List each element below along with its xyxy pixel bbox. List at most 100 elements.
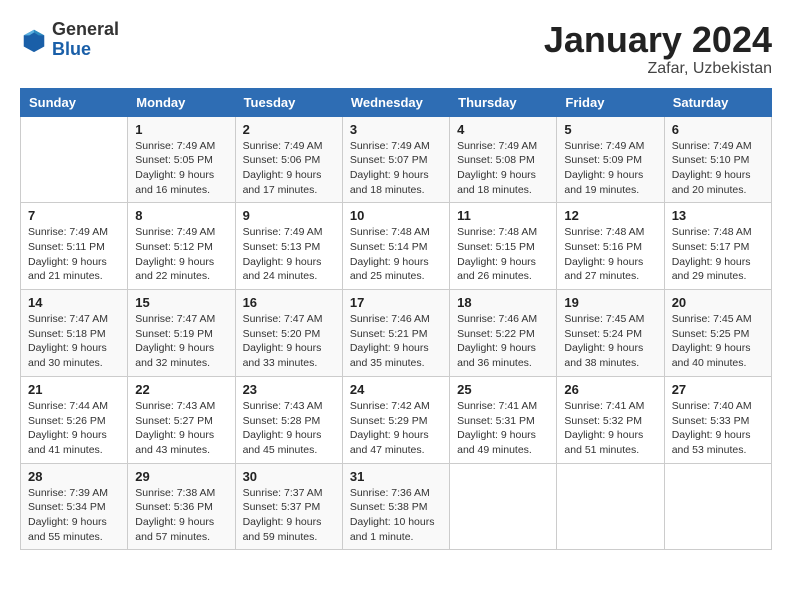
day-info: Sunrise: 7:49 AMSunset: 5:05 PMDaylight:…: [135, 139, 227, 198]
day-number: 28: [28, 469, 120, 484]
location: Zafar, Uzbekistan: [544, 60, 772, 78]
day-info: Sunrise: 7:46 AMSunset: 5:21 PMDaylight:…: [350, 312, 442, 371]
calendar-cell: 15Sunrise: 7:47 AMSunset: 5:19 PMDayligh…: [128, 290, 235, 377]
day-number: 30: [243, 469, 335, 484]
calendar-cell: 11 Sunrise: 7:48 AMSunset: 5:15 PMDayligh…: [450, 203, 557, 290]
calendar-cell: 26Sunrise: 7:41 AMSunset: 5:32 PMDayligh…: [557, 376, 664, 463]
day-number: 17: [350, 295, 442, 310]
day-number: 9: [243, 208, 335, 223]
calendar-cell: 27 Sunrise: 7:40 AMSunset: 5:33 PMDayligh…: [664, 376, 771, 463]
day-number: 19: [564, 295, 656, 310]
weekday-header: Thursday: [450, 88, 557, 116]
calendar-cell: 19Sunrise: 7:45 AMSunset: 5:24 PMDayligh…: [557, 290, 664, 377]
day-number: 8: [135, 208, 227, 223]
day-number: 23: [243, 382, 335, 397]
day-number: 31: [350, 469, 442, 484]
weekday-header: Tuesday: [235, 88, 342, 116]
day-info: Sunrise: 7:40 AMSunset: 5:33 PMDaylight:…: [672, 399, 764, 458]
day-number: 13: [672, 208, 764, 223]
day-info: Sunrise: 7:49 AMSunset: 5:06 PMDaylight:…: [243, 139, 335, 198]
calendar-cell: 24Sunrise: 7:42 AMSunset: 5:29 PMDayligh…: [342, 376, 449, 463]
calendar-cell: 17 Sunrise: 7:46 AMSunset: 5:21 PMDayligh…: [342, 290, 449, 377]
day-number: 7: [28, 208, 120, 223]
calendar-cell: 31Sunrise: 7:36 AMSunset: 5:38 PMDayligh…: [342, 463, 449, 550]
day-number: 14: [28, 295, 120, 310]
day-info: Sunrise: 7:47 AMSunset: 5:18 PMDaylight:…: [28, 312, 120, 371]
calendar-cell: 21 Sunrise: 7:44 AMSunset: 5:26 PMDayligh…: [21, 376, 128, 463]
calendar-cell: 13 Sunrise: 7:48 AMSunset: 5:17 PMDayligh…: [664, 203, 771, 290]
calendar-cell: 28Sunrise: 7:39 AMSunset: 5:34 PMDayligh…: [21, 463, 128, 550]
weekday-header: Wednesday: [342, 88, 449, 116]
day-number: 20: [672, 295, 764, 310]
day-number: 21: [28, 382, 120, 397]
day-info: Sunrise: 7:49 AMSunset: 5:08 PMDaylight:…: [457, 139, 549, 198]
day-info: Sunrise: 7:43 AMSunset: 5:27 PMDaylight:…: [135, 399, 227, 458]
day-number: 25: [457, 382, 549, 397]
day-info: Sunrise: 7:47 AMSunset: 5:19 PMDaylight:…: [135, 312, 227, 371]
day-info: Sunrise: 7:49 AMSunset: 5:12 PMDaylight:…: [135, 225, 227, 284]
weekday-header: Friday: [557, 88, 664, 116]
day-info: Sunrise: 7:46 AMSunset: 5:22 PMDaylight:…: [457, 312, 549, 371]
day-info: Sunrise: 7:37 AMSunset: 5:37 PMDaylight:…: [243, 486, 335, 545]
day-number: 22: [135, 382, 227, 397]
day-info: Sunrise: 7:49 AMSunset: 5:13 PMDaylight:…: [243, 225, 335, 284]
day-info: Sunrise: 7:49 AMSunset: 5:11 PMDaylight:…: [28, 225, 120, 284]
day-info: Sunrise: 7:41 AMSunset: 5:32 PMDaylight:…: [564, 399, 656, 458]
calendar-cell: 9 Sunrise: 7:49 AMSunset: 5:13 PMDaylight…: [235, 203, 342, 290]
calendar-week-row: 1Sunrise: 7:49 AMSunset: 5:05 PMDaylight…: [21, 116, 772, 203]
calendar-cell: 12 Sunrise: 7:48 AMSunset: 5:16 PMDayligh…: [557, 203, 664, 290]
calendar-cell: 8 Sunrise: 7:49 AMSunset: 5:12 PMDaylight…: [128, 203, 235, 290]
weekday-header: Saturday: [664, 88, 771, 116]
page-header: General Blue January 2024 Zafar, Uzbekis…: [20, 20, 772, 78]
day-info: Sunrise: 7:48 AMSunset: 5:14 PMDaylight:…: [350, 225, 442, 284]
day-info: Sunrise: 7:45 AMSunset: 5:25 PMDaylight:…: [672, 312, 764, 371]
logo-general: General: [52, 19, 119, 39]
day-info: Sunrise: 7:41 AMSunset: 5:31 PMDaylight:…: [457, 399, 549, 458]
calendar-cell: 23 Sunrise: 7:43 AMSunset: 5:28 PMDayligh…: [235, 376, 342, 463]
calendar-cell: 4 Sunrise: 7:49 AMSunset: 5:08 PMDaylight…: [450, 116, 557, 203]
day-info: Sunrise: 7:49 AMSunset: 5:10 PMDaylight:…: [672, 139, 764, 198]
calendar-cell: 25 Sunrise: 7:41 AMSunset: 5:31 PMDayligh…: [450, 376, 557, 463]
day-info: Sunrise: 7:43 AMSunset: 5:28 PMDaylight:…: [243, 399, 335, 458]
calendar-cell: 6 Sunrise: 7:49 AMSunset: 5:10 PMDaylight…: [664, 116, 771, 203]
calendar-cell: 3Sunrise: 7:49 AMSunset: 5:07 PMDaylight…: [342, 116, 449, 203]
calendar-week-row: 7 Sunrise: 7:49 AMSunset: 5:11 PMDaylight…: [21, 203, 772, 290]
month-title: January 2024: [544, 20, 772, 60]
calendar-week-row: 21 Sunrise: 7:44 AMSunset: 5:26 PMDayligh…: [21, 376, 772, 463]
calendar-cell: 2 Sunrise: 7:49 AMSunset: 5:06 PMDaylight…: [235, 116, 342, 203]
day-info: Sunrise: 7:48 AMSunset: 5:15 PMDaylight:…: [457, 225, 549, 284]
calendar-week-row: 14 Sunrise: 7:47 AMSunset: 5:18 PMDayligh…: [21, 290, 772, 377]
day-info: Sunrise: 7:48 AMSunset: 5:17 PMDaylight:…: [672, 225, 764, 284]
day-info: Sunrise: 7:44 AMSunset: 5:26 PMDaylight:…: [28, 399, 120, 458]
day-number: 10: [350, 208, 442, 223]
calendar-table: SundayMondayTuesdayWednesdayThursdayFrid…: [20, 88, 772, 551]
calendar-cell: [21, 116, 128, 203]
logo-icon: [20, 26, 48, 54]
calendar-cell: [664, 463, 771, 550]
day-number: 6: [672, 122, 764, 137]
calendar-cell: 7 Sunrise: 7:49 AMSunset: 5:11 PMDaylight…: [21, 203, 128, 290]
day-info: Sunrise: 7:47 AMSunset: 5:20 PMDaylight:…: [243, 312, 335, 371]
day-info: Sunrise: 7:42 AMSunset: 5:29 PMDaylight:…: [350, 399, 442, 458]
logo-blue: Blue: [52, 39, 91, 59]
day-info: Sunrise: 7:48 AMSunset: 5:16 PMDaylight:…: [564, 225, 656, 284]
calendar-cell: 18 Sunrise: 7:46 AMSunset: 5:22 PMDayligh…: [450, 290, 557, 377]
day-number: 27: [672, 382, 764, 397]
day-info: Sunrise: 7:38 AMSunset: 5:36 PMDaylight:…: [135, 486, 227, 545]
calendar-cell: 14 Sunrise: 7:47 AMSunset: 5:18 PMDayligh…: [21, 290, 128, 377]
day-info: Sunrise: 7:49 AMSunset: 5:09 PMDaylight:…: [564, 139, 656, 198]
day-number: 5: [564, 122, 656, 137]
day-number: 2: [243, 122, 335, 137]
day-number: 12: [564, 208, 656, 223]
day-number: 3: [350, 122, 442, 137]
weekday-header: Sunday: [21, 88, 128, 116]
calendar-header-row: SundayMondayTuesdayWednesdayThursdayFrid…: [21, 88, 772, 116]
calendar-week-row: 28Sunrise: 7:39 AMSunset: 5:34 PMDayligh…: [21, 463, 772, 550]
day-number: 16: [243, 295, 335, 310]
day-number: 11: [457, 208, 549, 223]
day-number: 29: [135, 469, 227, 484]
calendar-cell: 29 Sunrise: 7:38 AMSunset: 5:36 PMDayligh…: [128, 463, 235, 550]
day-number: 4: [457, 122, 549, 137]
day-number: 18: [457, 295, 549, 310]
calendar-cell: 10 Sunrise: 7:48 AMSunset: 5:14 PMDayligh…: [342, 203, 449, 290]
